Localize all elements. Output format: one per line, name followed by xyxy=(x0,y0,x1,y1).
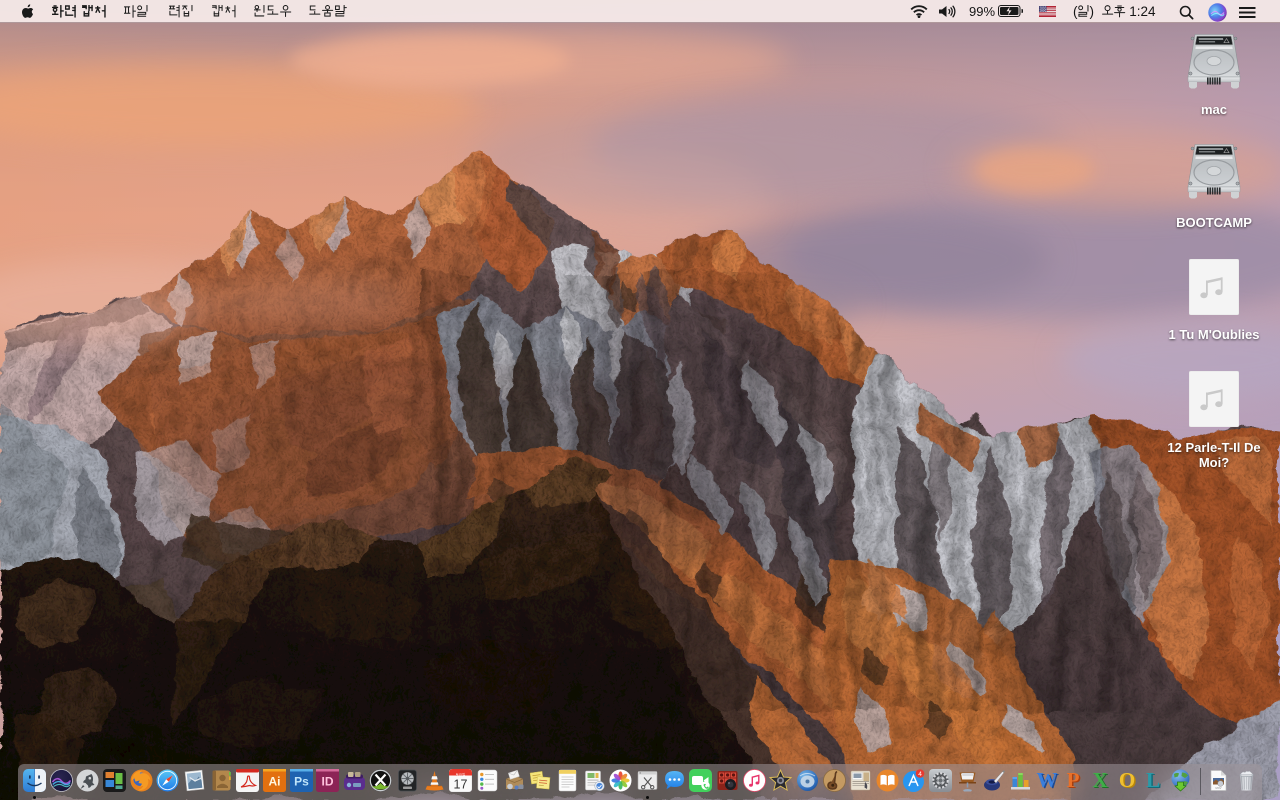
svg-text:O: O xyxy=(1118,769,1134,792)
svg-text:4: 4 xyxy=(919,771,923,778)
svg-text:Ps: Ps xyxy=(294,775,309,789)
svg-text:ID: ID xyxy=(322,775,334,789)
svg-text:W: W xyxy=(1036,769,1057,792)
svg-text:P: P xyxy=(1067,769,1080,792)
svg-text:X: X xyxy=(1092,769,1107,792)
svg-text:MOV: MOV xyxy=(1215,786,1221,790)
svg-text:17: 17 xyxy=(454,778,468,792)
svg-text:토요일: 토요일 xyxy=(456,772,466,777)
svg-text:L: L xyxy=(1146,769,1160,792)
svg-text:Ai: Ai xyxy=(268,775,280,789)
